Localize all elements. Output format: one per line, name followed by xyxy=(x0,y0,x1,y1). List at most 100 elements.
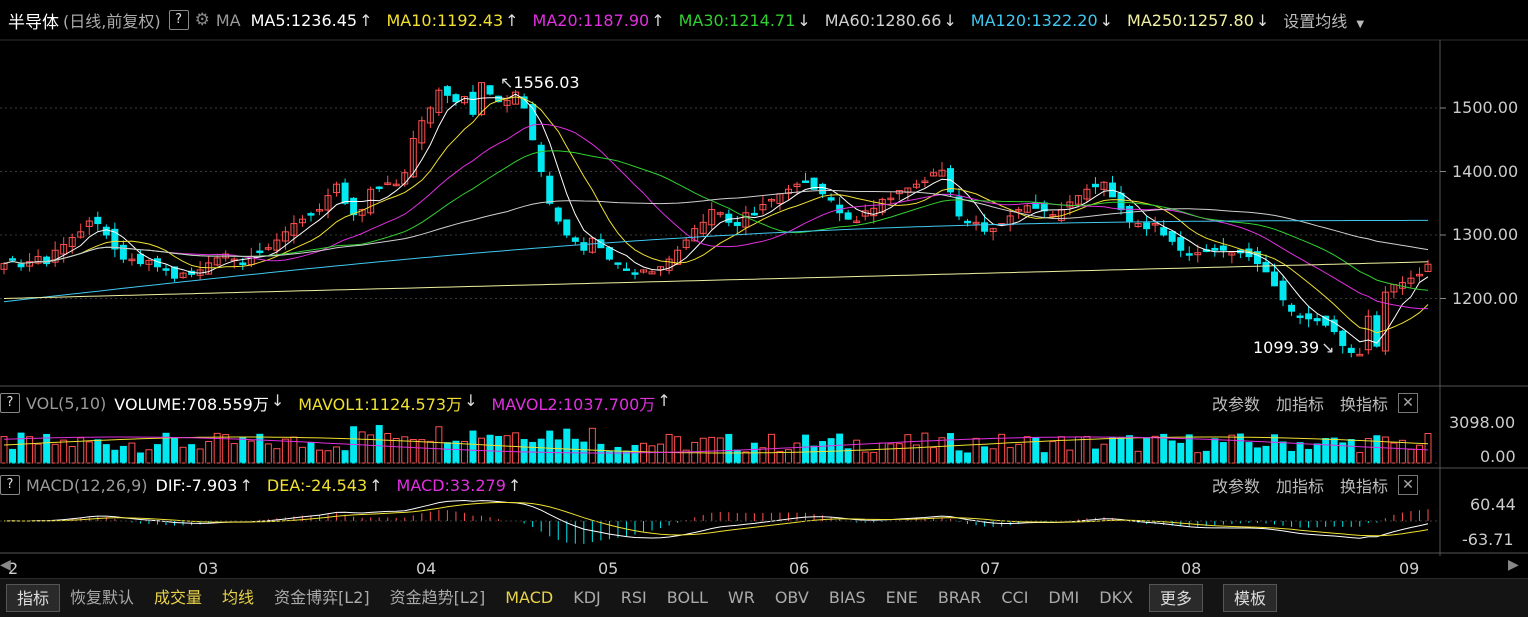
volume-bar xyxy=(179,446,187,464)
candle-body xyxy=(563,219,571,236)
macd-legend: DIF:-7.903 ↑ DEA:-24.543 ↑ MACD:33.279 ↑ xyxy=(156,476,536,495)
macd-indicator-name: MACD(12,26,9) xyxy=(26,475,148,495)
macd-add-indicator-button[interactable]: 加指标 xyxy=(1276,473,1324,497)
tab-10[interactable]: WR xyxy=(718,584,765,612)
tab-14[interactable]: BRAR xyxy=(928,584,992,612)
tab-19[interactable]: 模板 xyxy=(1223,584,1278,612)
candle-body xyxy=(94,216,102,225)
tab-2[interactable]: 成交量 xyxy=(144,584,212,612)
volume-bar xyxy=(989,448,997,464)
candle-body xyxy=(136,253,144,265)
volume-bar xyxy=(1271,434,1278,464)
vol-arrow-icon-0: ↓ xyxy=(270,391,285,410)
candle-body xyxy=(307,213,315,216)
volume-bar xyxy=(119,445,127,464)
volume-bar xyxy=(512,432,520,464)
volume-bar xyxy=(1330,437,1338,464)
volume-bar xyxy=(1219,442,1227,464)
candle-body xyxy=(350,197,358,216)
tab-8[interactable]: RSI xyxy=(611,584,657,612)
candle-body xyxy=(17,263,25,268)
candle-body xyxy=(1313,318,1321,322)
volume-bar xyxy=(298,446,306,464)
volume-bar xyxy=(861,451,869,464)
candle-body xyxy=(537,144,545,173)
volume-bar xyxy=(1381,436,1389,464)
volume-bar xyxy=(60,439,68,464)
volume-bar xyxy=(793,442,801,464)
scroll-right-icon[interactable]: ▶ xyxy=(1508,557,1519,573)
tab-5[interactable]: 资金趋势[L2] xyxy=(380,584,496,612)
volume-bar xyxy=(281,438,289,464)
volume-bar xyxy=(1074,436,1082,464)
tab-3[interactable]: 均线 xyxy=(212,584,264,612)
volume-bar xyxy=(657,443,665,464)
low-annotation: 1099.39 ↘ xyxy=(1253,338,1335,357)
volume-bar xyxy=(1288,450,1296,464)
candle-body xyxy=(43,256,51,265)
volume-bar xyxy=(418,439,426,464)
volume-bar xyxy=(205,440,213,464)
volume-bar xyxy=(1415,444,1423,464)
tab-13[interactable]: ENE xyxy=(876,584,928,612)
tab-12[interactable]: BIAS xyxy=(819,584,876,612)
candle-body xyxy=(443,86,451,96)
high-annotation: ↖1556.03 xyxy=(500,73,580,92)
volume-bar xyxy=(230,443,238,464)
volume-bar xyxy=(665,433,673,464)
vol-switch-indicator-button[interactable]: 换指标 xyxy=(1340,391,1388,415)
candle-body xyxy=(580,242,588,251)
volume-bar xyxy=(34,443,42,464)
candle-body xyxy=(964,220,972,224)
tab-6[interactable]: MACD xyxy=(495,584,563,612)
vol-legend: VOLUME:708.559万 ↓ MAVOL1:1124.573万 ↓ MAVOL2:… xyxy=(114,391,684,415)
volume-bar xyxy=(947,433,954,464)
time-tick-label: 08 xyxy=(1181,559,1202,578)
candle-body xyxy=(1356,353,1364,357)
low-value: 1099.39 xyxy=(1253,338,1320,357)
tab-9[interactable]: BOLL xyxy=(657,584,718,612)
volume-bar xyxy=(1424,433,1432,464)
tab-7[interactable]: KDJ xyxy=(563,584,611,612)
volume-bar xyxy=(1373,435,1381,464)
tab-0[interactable]: 指标 xyxy=(6,584,61,612)
candle-body xyxy=(341,182,349,204)
volume-bar xyxy=(1126,435,1134,464)
tab-17[interactable]: DKX xyxy=(1089,584,1143,612)
volume-bar xyxy=(1398,439,1406,464)
tab-1[interactable]: 恢复默认 xyxy=(60,584,144,612)
vol-add-indicator-button[interactable]: 加指标 xyxy=(1276,391,1324,415)
vol-axis-top: 3098.00 xyxy=(1449,413,1516,432)
price-tick-label: 1500.00 xyxy=(1452,98,1519,117)
tab-15[interactable]: CCI xyxy=(991,584,1038,612)
macd-close-icon[interactable]: ✕ xyxy=(1398,475,1419,495)
candle-body xyxy=(1143,222,1151,230)
volume-bar xyxy=(136,452,144,464)
volume-bar xyxy=(1356,452,1364,464)
volume-bar xyxy=(43,433,51,464)
candle-body xyxy=(375,186,383,190)
candle-body xyxy=(1373,315,1381,347)
candle-body xyxy=(1288,304,1296,312)
macd-arrow-icon-0: ↑ xyxy=(239,475,253,495)
scroll-left-icon[interactable]: ◀ xyxy=(0,557,11,573)
vol-edit-params-button[interactable]: 改参数 xyxy=(1212,391,1260,415)
volume-bar xyxy=(1296,442,1304,464)
low-arrow-icon: ↘ xyxy=(1321,338,1335,357)
volume-bar xyxy=(1091,448,1099,464)
macd-help-button[interactable]: ? xyxy=(0,475,20,495)
volume-bar xyxy=(571,438,579,464)
macd-switch-indicator-button[interactable]: 换指标 xyxy=(1340,473,1388,497)
vol-close-icon[interactable]: ✕ xyxy=(1398,393,1419,413)
macd-edit-params-button[interactable]: 改参数 xyxy=(1212,473,1260,497)
tab-16[interactable]: DMI xyxy=(1038,584,1089,612)
volume-bar xyxy=(921,432,929,464)
tab-11[interactable]: OBV xyxy=(765,584,819,612)
macd-arrow-icon-1: ↑ xyxy=(369,475,383,495)
vol-help-button[interactable]: ? xyxy=(0,393,20,413)
tab-18[interactable]: 更多 xyxy=(1149,584,1204,612)
volume-bar xyxy=(26,436,34,464)
candle-body xyxy=(725,213,733,223)
tab-4[interactable]: 资金博弈[L2] xyxy=(264,584,380,612)
candle-body xyxy=(162,268,170,271)
